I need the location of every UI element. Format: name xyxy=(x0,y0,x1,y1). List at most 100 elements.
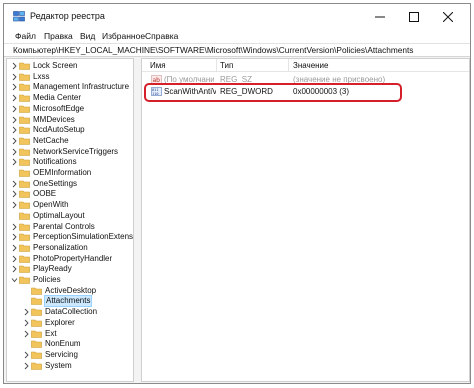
chevron-right-icon[interactable] xyxy=(11,62,18,70)
chevron-right-icon[interactable] xyxy=(11,190,18,198)
tree-item-attachments[interactable]: Attachments xyxy=(7,295,133,308)
chevron-right-icon[interactable] xyxy=(11,233,18,241)
tree-item-lxss[interactable]: Lxss xyxy=(7,71,133,82)
tree-item-label: Management Infrastructure xyxy=(33,82,130,92)
chevron-right-icon[interactable] xyxy=(11,94,18,102)
tree-item-ext[interactable]: Ext xyxy=(7,329,133,339)
tree-item-management-infrastructure[interactable]: Management Infrastructure xyxy=(7,82,133,92)
tree-item-system[interactable]: System xyxy=(7,361,133,371)
chevron-right-icon[interactable] xyxy=(23,308,30,316)
window-title: Редактор реестра xyxy=(30,11,105,21)
folder-icon xyxy=(19,169,30,177)
menu-favorites[interactable]: Избранное xyxy=(102,31,145,41)
tree-item-optimallayout[interactable]: OptimalLayout xyxy=(7,211,133,221)
tree-item-datacollection[interactable]: DataCollection xyxy=(7,307,133,317)
maximize-button[interactable] xyxy=(398,4,430,29)
chevron-right-icon[interactable] xyxy=(11,244,18,252)
tree-item-mmdevices[interactable]: MMDevices xyxy=(7,115,133,125)
chevron-right-icon[interactable] xyxy=(23,319,30,327)
chevron-right-icon[interactable] xyxy=(23,330,30,338)
tree-item-netcache[interactable]: NetCache xyxy=(7,136,133,146)
tree-item-oeminformation[interactable]: OEMInformation xyxy=(7,168,133,178)
tree-item-lock-screen[interactable]: Lock Screen xyxy=(7,61,133,71)
chevron-right-icon[interactable] xyxy=(11,180,18,188)
tree-item-oobe[interactable]: OOBE xyxy=(7,189,133,199)
tree-item-label: OEMInformation xyxy=(33,168,92,177)
menu-help[interactable]: Справка xyxy=(145,31,178,41)
folder-icon xyxy=(19,73,30,81)
close-icon xyxy=(443,12,453,22)
chevron-down-icon[interactable] xyxy=(11,276,18,284)
tree-item-personalization[interactable]: Personalization xyxy=(7,243,133,253)
folder-icon xyxy=(19,62,30,70)
close-button[interactable] xyxy=(432,4,464,29)
chevron-right-icon[interactable] xyxy=(11,223,18,231)
menu-file[interactable]: Файл xyxy=(15,31,36,41)
column-header-value[interactable]: Значение xyxy=(293,61,328,70)
tree-item-label: NcdAutoSetup xyxy=(33,125,85,135)
chevron-right-icon[interactable] xyxy=(11,73,18,81)
folder-icon xyxy=(19,233,30,241)
chevron-right-icon[interactable] xyxy=(11,158,18,166)
tree-item-playready[interactable]: PlayReady xyxy=(7,264,133,274)
chevron-right-icon[interactable] xyxy=(11,265,18,273)
tree-item-nonenum[interactable]: NonEnum xyxy=(7,339,133,349)
tree-item-label: OOBE xyxy=(33,189,57,199)
chevron-right-icon[interactable] xyxy=(23,362,30,370)
tree-item-label: Lock Screen xyxy=(33,61,78,70)
tree-item-onesettings[interactable]: OneSettings xyxy=(7,179,133,189)
tree-item-label: Media Center xyxy=(33,93,82,103)
list-header: Имя Тип Значение xyxy=(142,59,469,72)
tree-item-policies[interactable]: Policies xyxy=(7,275,133,285)
chevron-right-icon[interactable] xyxy=(11,255,18,263)
tree-item-photopropertyhandler[interactable]: PhotoPropertyHandler xyxy=(7,253,133,264)
tree-item-openwith[interactable]: OpenWith xyxy=(7,200,133,210)
column-header-type[interactable]: Тип xyxy=(220,61,233,70)
address-path[interactable]: Компьютер\HKEY_LOCAL_MACHINE\SOFTWARE\Mi… xyxy=(13,45,413,55)
chevron-right-icon[interactable] xyxy=(11,201,18,209)
address-bar[interactable]: Компьютер\HKEY_LOCAL_MACHINE\SOFTWARE\Mi… xyxy=(4,43,470,57)
title-bar[interactable]: Редактор реестра xyxy=(4,4,470,29)
folder-icon xyxy=(19,212,30,220)
column-header-name[interactable]: Имя xyxy=(150,61,166,70)
folder-icon xyxy=(31,298,42,306)
minimize-icon xyxy=(375,16,385,18)
tree-item-microsoftedge[interactable]: MicrosoftEdge xyxy=(7,104,133,114)
key-tree-pane[interactable]: Lock Screen Lxss Management Infrastructure… xyxy=(6,58,134,382)
folder-icon xyxy=(19,180,30,188)
tree-item-label: NonEnum xyxy=(45,339,81,349)
column-divider[interactable] xyxy=(216,59,217,72)
tree-item-notifications[interactable]: Notifications xyxy=(7,157,133,167)
folder-icon xyxy=(19,201,30,209)
folder-icon xyxy=(19,265,30,274)
highlight-annotation xyxy=(144,83,402,102)
tree-item-activedesktop[interactable]: ActiveDesktop xyxy=(7,285,133,296)
chevron-right-icon[interactable] xyxy=(11,126,18,134)
folder-icon xyxy=(31,340,42,348)
tree-item-label: ActiveDesktop xyxy=(45,285,97,295)
menu-edit[interactable]: Правка xyxy=(44,31,73,41)
tree-item-parental-controls[interactable]: Parental Controls xyxy=(7,222,133,232)
tree-item-label: Lxss xyxy=(33,71,50,81)
tree-item-networkservicetriggers[interactable]: NetworkServiceTriggers xyxy=(7,147,133,157)
tree-item-label: PhotoPropertyHandler xyxy=(33,253,113,263)
menu-view[interactable]: Вид xyxy=(80,31,95,41)
chevron-right-icon[interactable] xyxy=(23,351,30,359)
column-divider[interactable] xyxy=(288,59,289,72)
tree-item-servicing[interactable]: Servicing xyxy=(7,350,133,360)
folder-icon xyxy=(31,330,42,338)
tree-item-explorer[interactable]: Explorer xyxy=(7,317,133,328)
tree-item-ncdautosetup[interactable]: NcdAutoSetup xyxy=(7,125,133,135)
chevron-right-icon[interactable] xyxy=(11,148,18,156)
chevron-right-icon[interactable] xyxy=(11,105,18,113)
chevron-right-icon[interactable] xyxy=(11,137,18,145)
values-list-pane[interactable]: Имя Тип Значение ab (По умолчанию) REG_S… xyxy=(141,58,470,382)
chevron-right-icon[interactable] xyxy=(11,116,18,124)
tree-item-perceptionsimulationextension[interactable]: PerceptionSimulationExtension xyxy=(7,232,133,242)
tree-item-label: Explorer xyxy=(45,317,75,327)
minimize-button[interactable] xyxy=(364,4,396,29)
folder-icon xyxy=(19,116,30,124)
chevron-right-icon[interactable] xyxy=(11,83,18,91)
tree-item-media-center[interactable]: Media Center xyxy=(7,93,133,103)
folder-icon xyxy=(19,158,30,167)
